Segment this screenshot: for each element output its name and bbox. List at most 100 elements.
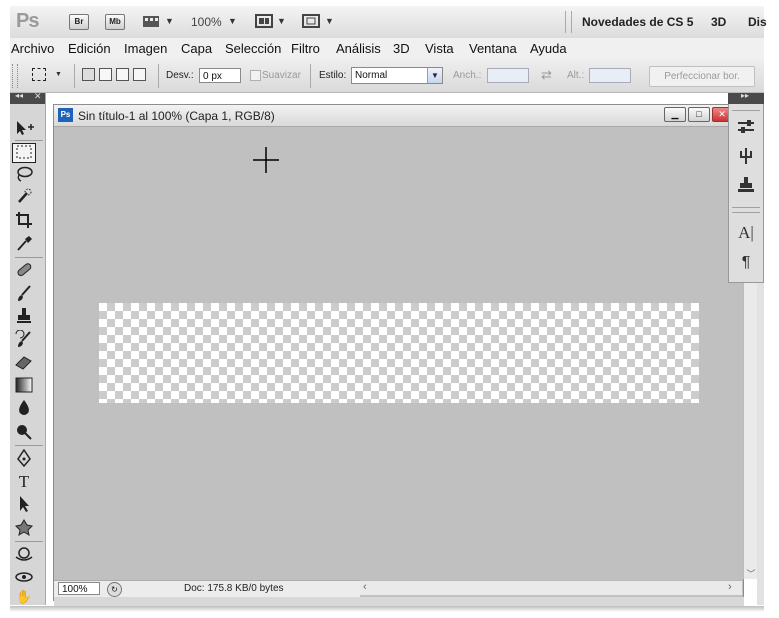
paragraph-panel-icon[interactable]: ¶ (734, 252, 758, 274)
lasso-tool-icon[interactable] (12, 165, 36, 185)
chevron-down-icon[interactable]: ▼ (325, 16, 334, 26)
menu-capa[interactable]: Capa (181, 41, 212, 56)
maximize-button[interactable]: □ (688, 107, 710, 122)
path-selection-tool-icon[interactable] (12, 495, 36, 515)
eraser-tool-icon[interactable] (12, 353, 36, 373)
3d-rotate-tool-icon[interactable] (12, 545, 36, 565)
menu-imagen[interactable]: Imagen (124, 41, 167, 56)
scroll-right-icon[interactable]: › (728, 581, 732, 593)
crop-tool-icon[interactable] (12, 211, 36, 231)
divider (565, 11, 566, 33)
character-panel-icon[interactable]: A| (734, 222, 758, 244)
move-tool-icon[interactable] (12, 119, 36, 139)
feather-input[interactable]: 0 px (199, 68, 241, 83)
chevron-down-icon[interactable]: ▼ (55, 71, 62, 78)
crosshair-cursor-icon (253, 147, 279, 173)
screen-mode-button[interactable] (302, 14, 320, 28)
scroll-left-icon[interactable]: ‹ (363, 581, 367, 593)
document-title-bar[interactable]: Ps Sin título-1 al 100% (Capa 1, RGB/8) … (54, 105, 744, 127)
tool-preset-marquee-icon[interactable] (32, 68, 46, 81)
hand-tool-icon[interactable]: ✋ (12, 590, 36, 604)
intersect-selection-button[interactable] (133, 68, 146, 81)
brush-tool-icon[interactable] (12, 284, 36, 304)
menu-bar: Archivo Edición Imagen Capa Selección Fi… (10, 38, 764, 61)
pen-tool-icon[interactable] (12, 448, 36, 469)
antialias-checkbox[interactable] (250, 70, 261, 81)
subtract-from-selection-button[interactable] (116, 68, 129, 81)
feather-label: Desv.: (166, 70, 194, 81)
divider (15, 257, 43, 258)
menu-vista[interactable]: Vista (425, 41, 454, 56)
workspace-design[interactable]: Dis (748, 15, 767, 29)
history-brush-tool-icon[interactable] (12, 329, 36, 350)
3d-orbit-tool-icon[interactable] (12, 568, 36, 588)
status-zoom-input[interactable]: 100% (58, 582, 100, 595)
bottom-panel-tabs (54, 597, 744, 606)
collapse-icon[interactable]: ◂◂ (15, 91, 23, 100)
blur-tool-icon[interactable] (12, 399, 36, 419)
chevron-down-icon[interactable]: ▼ (165, 16, 174, 26)
shape-tool-icon[interactable] (12, 518, 36, 538)
height-input[interactable] (589, 68, 631, 83)
new-selection-button[interactable] (82, 68, 95, 81)
zoom-level-select[interactable]: 100% (191, 15, 222, 29)
workspace-essentials[interactable]: Novedades de CS 5 (582, 15, 693, 29)
refine-edge-button[interactable]: Perfeccionar bor. (649, 66, 755, 87)
launch-mini-bridge-button[interactable]: Mb (105, 14, 125, 30)
minimize-icon: ▁ (671, 109, 679, 119)
divider (732, 110, 760, 111)
antialias-label: Suavizar (262, 70, 301, 81)
close-icon[interactable]: ✕ (34, 91, 42, 102)
options-bar: ▼ Desv.: 0 px Suavizar Estilo: Normal ▼ … (10, 60, 764, 93)
document-title: Sin título-1 al 100% (Capa 1, RGB/8) (78, 109, 275, 123)
menu-ayuda[interactable]: Ayuda (530, 41, 567, 56)
expand-icon[interactable]: ▸▸ (741, 91, 749, 100)
divider (732, 207, 760, 208)
launch-bridge-button[interactable]: Br (69, 14, 89, 30)
add-to-selection-button[interactable] (99, 68, 112, 81)
menu-ventana[interactable]: Ventana (469, 41, 517, 56)
divider (15, 140, 43, 141)
width-input[interactable] (487, 68, 529, 83)
panel-dock-header[interactable]: ▸▸ (728, 91, 764, 104)
grip-handle[interactable] (12, 64, 18, 88)
swap-icon[interactable]: ⇄ (541, 67, 552, 83)
eyedropper-tool-icon[interactable] (12, 234, 36, 254)
clone-stamp-tool-icon[interactable] (12, 307, 36, 327)
divider (310, 64, 311, 88)
status-info-icon[interactable]: ↻ (107, 582, 122, 597)
tools-panel-header[interactable]: ◂◂ ✕ (10, 91, 45, 104)
adjustments-panel-icon[interactable] (734, 118, 758, 140)
menu-analisis[interactable]: Análisis (336, 41, 381, 56)
dodge-tool-icon[interactable] (12, 422, 36, 442)
style-select[interactable]: Normal ▼ (351, 67, 443, 84)
menu-archivo[interactable]: Archivo (11, 41, 54, 56)
menu-seleccion[interactable]: Selección (225, 41, 281, 56)
gradient-tool-icon[interactable] (12, 376, 36, 396)
view-extras-button[interactable] (142, 14, 162, 28)
marquee-tool-icon[interactable] (12, 143, 36, 163)
application-bar: Ps Br Mb ▼ 100% ▼ ▼ ▼ Novedades de CS 5 … (10, 6, 767, 39)
height-label: Alt.: (567, 70, 585, 81)
transparent-canvas-layer[interactable] (99, 303, 699, 403)
divider (74, 64, 75, 88)
divider (15, 541, 43, 542)
chevron-down-icon[interactable]: ▼ (228, 16, 237, 26)
style-select-value: Normal (355, 70, 388, 81)
quick-selection-tool-icon[interactable] (12, 188, 36, 208)
workspace-3d[interactable]: 3D (711, 15, 726, 29)
masks-panel-icon[interactable] (734, 147, 758, 169)
clone-source-panel-icon[interactable] (734, 176, 758, 198)
scroll-down-icon[interactable]: ﹀ (744, 567, 758, 580)
menu-3d[interactable]: 3D (393, 41, 410, 56)
photoshop-document-icon: Ps (58, 108, 73, 122)
horizontal-scrollbar[interactable]: ▶ ‹ › (348, 580, 742, 595)
menu-edicion[interactable]: Edición (68, 41, 111, 56)
chevron-down-icon[interactable]: ▼ (277, 16, 286, 26)
minimize-button[interactable]: ▁ (664, 107, 686, 122)
arrange-documents-button[interactable] (255, 14, 273, 28)
spot-healing-tool-icon[interactable] (12, 261, 36, 281)
type-tool-icon[interactable]: T (12, 472, 36, 492)
menu-filtro[interactable]: Filtro (291, 41, 320, 56)
divider (15, 445, 43, 446)
